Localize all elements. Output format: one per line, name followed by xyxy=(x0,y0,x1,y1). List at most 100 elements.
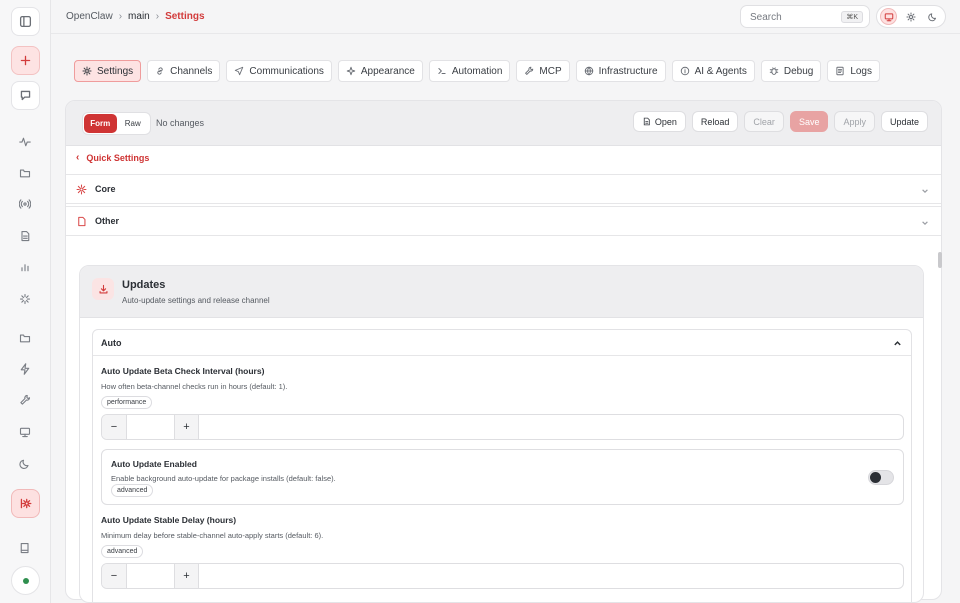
gear-icon xyxy=(82,66,92,76)
plus-icon xyxy=(20,55,31,66)
section-core[interactable]: Core xyxy=(66,174,941,204)
tab-automation[interactable]: Automation xyxy=(428,60,511,82)
devices-nav[interactable] xyxy=(17,424,33,440)
wrench-icon xyxy=(525,66,534,75)
tab-logs[interactable]: Logs xyxy=(827,60,880,82)
stable-delay-stepper: − + xyxy=(101,563,904,589)
loading-nav[interactable] xyxy=(17,291,33,307)
monitor-icon xyxy=(19,427,31,438)
skills-nav[interactable] xyxy=(17,361,33,377)
theme-light-button[interactable] xyxy=(902,8,919,25)
tab-label: Debug xyxy=(783,65,814,77)
decrement-button[interactable]: − xyxy=(102,564,127,588)
docs-nav[interactable] xyxy=(17,540,33,556)
send-icon xyxy=(235,66,244,76)
new-chat-button[interactable] xyxy=(11,46,40,75)
tab-infrastructure[interactable]: Infrastructure xyxy=(575,60,666,82)
auto-update-enabled-card: Auto Update Enabled Enable background au… xyxy=(101,449,904,505)
mode-raw-button[interactable]: Raw xyxy=(117,114,150,133)
editor-actions: Open Reload Clear Save Apply Update xyxy=(632,111,928,132)
theme-dark-button[interactable] xyxy=(924,8,941,25)
status-indicator[interactable] xyxy=(11,566,40,595)
quick-settings-label: Quick Settings xyxy=(86,152,150,163)
moon-icon xyxy=(19,459,29,469)
files-nav[interactable] xyxy=(17,165,33,181)
list-icon xyxy=(836,66,844,76)
breadcrumb-separator: › xyxy=(118,11,123,22)
tag-badge: advanced xyxy=(101,545,144,558)
bug-icon xyxy=(769,67,779,75)
apply-label: Apply xyxy=(843,116,866,127)
mode-toggle: Form Raw xyxy=(82,112,151,135)
tab-appearance[interactable]: Appearance xyxy=(337,60,423,82)
breadcrumb-root[interactable]: OpenClaw xyxy=(66,11,113,22)
theme-switcher xyxy=(876,5,946,28)
update-button[interactable]: Update xyxy=(880,111,928,132)
settings-nav[interactable] xyxy=(11,489,40,518)
file-icon xyxy=(643,117,650,126)
tab-label: Automation xyxy=(451,65,503,77)
scrollbar-thumb[interactable] xyxy=(938,252,942,268)
documents-nav[interactable] xyxy=(17,228,33,244)
tab-channels[interactable]: Channels xyxy=(147,60,221,82)
open-label: Open xyxy=(654,116,677,127)
beta-interval-input[interactable] xyxy=(127,415,174,439)
mode-form-button[interactable]: Form xyxy=(84,114,117,133)
analytics-nav[interactable] xyxy=(17,259,33,275)
theme-system-button[interactable] xyxy=(880,8,897,25)
projects-nav[interactable] xyxy=(17,330,33,346)
tab-mcp[interactable]: MCP xyxy=(516,60,570,82)
tools-nav[interactable] xyxy=(17,392,33,408)
message-icon xyxy=(20,90,31,101)
tab-debug[interactable]: Debug xyxy=(760,60,822,82)
search-input[interactable]: Search ⌘K xyxy=(740,5,870,28)
moon-icon xyxy=(927,12,936,21)
tab-label: AI & Agents xyxy=(694,65,747,77)
chat-button[interactable] xyxy=(11,81,40,110)
tab-settings[interactable]: Settings xyxy=(74,60,142,82)
breadcrumb-current: Settings xyxy=(165,11,205,22)
clear-button[interactable]: Clear xyxy=(744,111,784,132)
wrench-icon xyxy=(20,394,31,405)
increment-button[interactable]: + xyxy=(174,415,199,439)
decrement-button[interactable]: − xyxy=(102,415,127,439)
sun-icon xyxy=(905,11,916,22)
enabled-title: Auto Update Enabled xyxy=(111,459,197,469)
enabled-desc: Enable background auto-update for packag… xyxy=(111,474,336,483)
chevron-down-icon xyxy=(921,184,931,194)
breadcrumb-branch[interactable]: main xyxy=(128,11,150,22)
save-button[interactable]: Save xyxy=(789,111,829,132)
open-button[interactable]: Open xyxy=(632,111,686,132)
toggle-sidebar-button[interactable] xyxy=(11,7,40,36)
quick-settings-link[interactable]: ‹ Quick Settings xyxy=(76,152,149,163)
broadcast-nav[interactable] xyxy=(17,196,33,212)
sparkle-icon xyxy=(346,66,356,76)
link-icon xyxy=(157,67,163,75)
section-other[interactable]: Other xyxy=(66,206,941,236)
auto-group-header[interactable]: Auto xyxy=(93,330,911,356)
tab-label: Logs xyxy=(850,65,872,77)
stable-delay-input[interactable] xyxy=(127,564,174,588)
stable-delay-title: Auto Update Stable Delay (hours) xyxy=(101,515,237,525)
sleep-nav[interactable] xyxy=(17,456,33,472)
updates-subtitle: Auto-update settings and release channel xyxy=(122,296,270,305)
change-status: No changes xyxy=(156,118,205,128)
tab-label: Channels xyxy=(170,65,213,77)
section-label: Other xyxy=(95,216,120,226)
reload-label: Reload xyxy=(700,116,730,127)
apply-button[interactable]: Apply xyxy=(834,111,875,132)
activity-nav[interactable] xyxy=(17,134,33,150)
top-bar: OpenClaw › main › Settings Search ⌘K xyxy=(51,0,960,34)
tag-badge: advanced xyxy=(111,484,154,497)
clear-label: Clear xyxy=(753,116,775,127)
increment-button[interactable]: + xyxy=(174,564,199,588)
sidebar-panel-icon xyxy=(19,15,32,28)
auto-update-toggle[interactable] xyxy=(868,470,894,485)
tab-ai-agents[interactable]: AI & Agents xyxy=(671,60,755,82)
reload-button[interactable]: Reload xyxy=(691,111,739,132)
spinner-icon xyxy=(19,293,31,305)
editor-toolbar: Form Raw No changes Open Reload Clear Sa… xyxy=(66,101,941,146)
sidebar xyxy=(0,0,51,603)
tab-label: Settings xyxy=(97,65,134,77)
tab-communications[interactable]: Communications xyxy=(226,60,332,82)
